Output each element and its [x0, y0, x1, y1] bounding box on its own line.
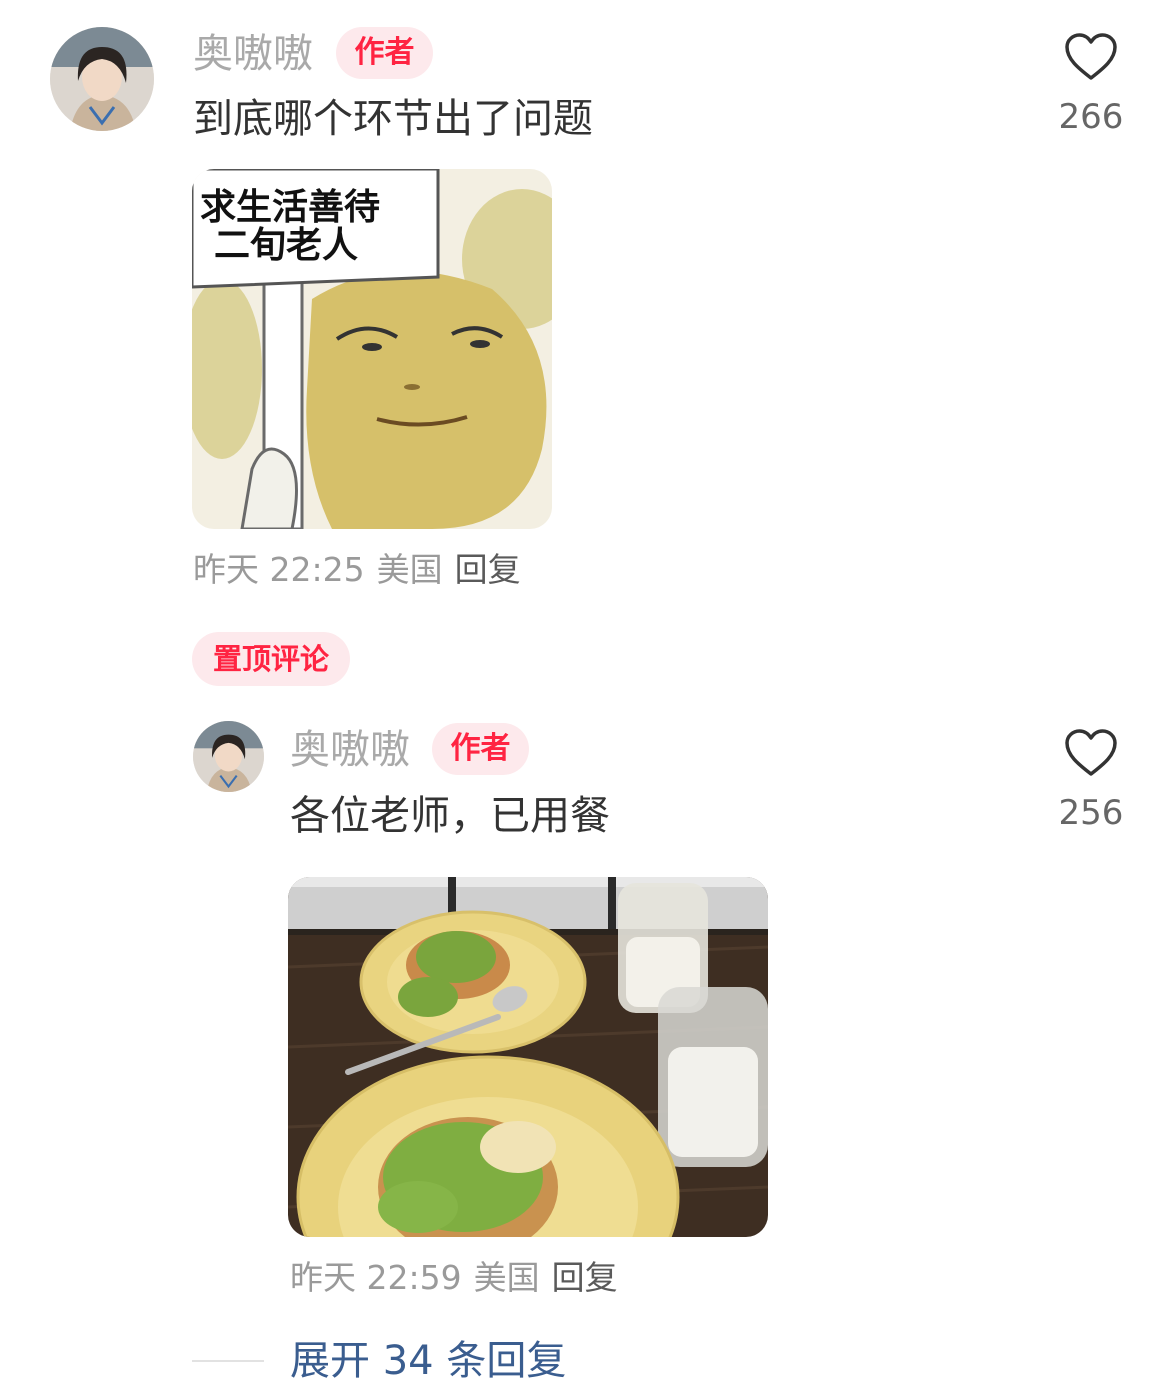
username[interactable]: 奥嗷嗷: [193, 34, 313, 74]
pinned-comment-badge: 置顶评论: [192, 632, 350, 686]
comment-time: 昨天 22:59: [290, 1258, 462, 1297]
comment-thread: 奥嗷嗷 作者 到底哪个环节出了问题 266 求生活善待 二旬老人 昨天 22:2…: [0, 0, 1170, 1392]
avatar[interactable]: [193, 721, 264, 792]
comment-meta: 昨天 22:59 美国 回复: [290, 1261, 630, 1294]
meme-caption-line2: 二旬老人: [214, 225, 358, 266]
expand-replies-button[interactable]: 展开 34 条回复: [290, 1341, 566, 1381]
username[interactable]: 奥嗷嗷: [290, 730, 410, 770]
like-count: 266: [1058, 97, 1124, 137]
comment-image-meme[interactable]: 求生活善待 二旬老人: [192, 169, 552, 529]
heart-outline-icon: [1065, 33, 1117, 80]
like-button[interactable]: 266: [1036, 32, 1146, 134]
comment-image-breakfast[interactable]: [288, 877, 768, 1237]
like-button[interactable]: 256: [1036, 728, 1146, 830]
comment-location: 美国: [473, 1258, 540, 1297]
comment-text[interactable]: 各位老师，已用餐: [290, 796, 610, 836]
comment-time: 昨天 22:25: [193, 550, 365, 589]
comment-text[interactable]: 到底哪个环节出了问题: [193, 99, 593, 139]
reply-button[interactable]: 回复: [455, 550, 521, 589]
reply-button[interactable]: 回复: [552, 1258, 618, 1297]
avatar[interactable]: [50, 27, 154, 131]
heart-outline-icon: [1065, 729, 1117, 776]
meme-caption-line1: 求生活善待: [200, 187, 380, 228]
author-badge: 作者: [432, 723, 529, 775]
author-badge: 作者: [336, 27, 433, 79]
comment-meta: 昨天 22:25 美国 回复: [193, 553, 533, 586]
divider: [192, 1360, 264, 1362]
like-count: 256: [1058, 793, 1124, 833]
comment-location: 美国: [376, 550, 443, 589]
